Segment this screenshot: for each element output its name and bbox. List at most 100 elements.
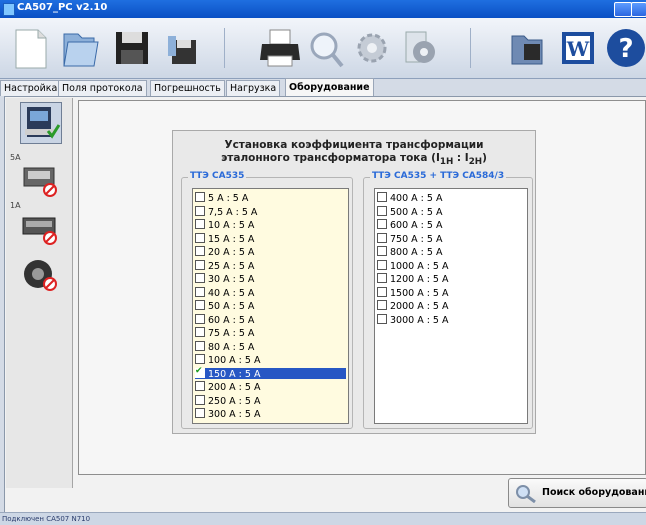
gear-document-icon[interactable] bbox=[396, 26, 440, 70]
dialog-title: Установка коэффициента трансформации эта… bbox=[173, 139, 535, 169]
search-equipment-button[interactable]: Поиск оборудования bbox=[508, 478, 646, 508]
sidebar-item-5a[interactable] bbox=[20, 160, 60, 200]
checkbox[interactable] bbox=[195, 219, 205, 229]
ratio-label: 25 A : 5 A bbox=[208, 260, 255, 272]
checkbox[interactable] bbox=[195, 327, 205, 337]
checkbox[interactable] bbox=[195, 408, 205, 418]
sidebar-item-transformer[interactable] bbox=[20, 254, 60, 294]
checkbox[interactable] bbox=[377, 219, 387, 229]
ratio-label: 20 A : 5 A bbox=[208, 247, 255, 258]
ratio-label: 1000 A : 5 A bbox=[390, 260, 449, 272]
ratio-list-item[interactable]: 50 A : 5 A bbox=[195, 300, 254, 312]
tab-oborudovanie[interactable]: Оборудование bbox=[285, 78, 374, 96]
export-icon[interactable] bbox=[506, 26, 550, 70]
restore-button[interactable] bbox=[614, 2, 632, 17]
checkbox[interactable] bbox=[195, 340, 205, 351]
ratio-list-item[interactable]: 40 A : 5 A bbox=[195, 286, 254, 299]
checkbox[interactable] bbox=[377, 246, 387, 256]
ratio-list-item[interactable]: 1500 A : 5 A bbox=[377, 286, 449, 299]
tab-nastroika[interactable]: Настройка bbox=[0, 80, 62, 96]
word-icon[interactable]: W bbox=[556, 26, 600, 70]
ratio-label: 500 A : 5 A bbox=[390, 206, 443, 218]
checkbox[interactable] bbox=[195, 205, 205, 216]
ratio-list-item[interactable]: 500 A : 5 A bbox=[377, 205, 443, 218]
ratio-list-ca535-ca584[interactable]: 400 A : 5 A 500 A : 5 A 600 A : 5 A 750 A :… bbox=[374, 188, 528, 424]
tab-nagruzka[interactable]: Нагрузка bbox=[226, 80, 281, 96]
ratio-list-item[interactable]: 10 A : 5 A bbox=[195, 219, 254, 231]
checkbox[interactable] bbox=[377, 313, 387, 324]
checkbox[interactable] bbox=[195, 354, 205, 364]
checkbox[interactable] bbox=[377, 286, 387, 297]
checkbox[interactable] bbox=[195, 313, 205, 324]
ratio-list-item[interactable]: 100 A : 5 A bbox=[195, 354, 261, 366]
ratio-label: 250 A : 5 A bbox=[208, 395, 261, 407]
checkbox[interactable] bbox=[195, 286, 205, 297]
ratio-list-item[interactable]: 400 A : 5 A bbox=[377, 192, 442, 204]
ratio-list-item[interactable]: 30 A : 5 A bbox=[195, 273, 254, 285]
checkbox[interactable] bbox=[377, 192, 387, 202]
checkbox[interactable]: ✔ bbox=[195, 366, 205, 378]
sidebar-item-label: 1A bbox=[10, 201, 21, 210]
ratio-list-item[interactable]: 300 A : 5 A bbox=[195, 408, 261, 420]
checkbox[interactable] bbox=[195, 232, 205, 243]
instrument-5a-icon bbox=[23, 167, 57, 197]
ratio-list-item[interactable]: 2000 A : 5 A bbox=[377, 300, 449, 312]
settings-gear-icon[interactable] bbox=[350, 26, 394, 70]
ratio-list-item[interactable]: 25 A : 5 A bbox=[195, 259, 255, 272]
ratio-list-item[interactable]: 250 A : 5 A bbox=[195, 394, 261, 407]
ratio-list-item[interactable]: 1000 A : 5 A bbox=[377, 259, 449, 272]
ratio-label: 3000 A : 5 A bbox=[390, 314, 449, 326]
checkbox[interactable] bbox=[195, 394, 205, 405]
ratio-list-item[interactable]: 800 A : 5 A bbox=[377, 246, 442, 258]
ratio-list-ca535[interactable]: 5 A : 5 A 7,5 A : 5 A 10 A : 5 A 15 A : 5 A… bbox=[192, 188, 349, 424]
svg-text:?: ? bbox=[618, 34, 633, 64]
new-document-icon[interactable] bbox=[8, 26, 52, 70]
checkbox[interactable] bbox=[377, 232, 387, 243]
tab-strip: Настройка Поля протокола Погрешность Наг… bbox=[0, 78, 646, 96]
checkbox[interactable] bbox=[195, 259, 205, 270]
sidebar-item-device[interactable] bbox=[20, 102, 62, 144]
checkbox[interactable] bbox=[377, 300, 387, 310]
tab-label: Погрешность bbox=[154, 83, 221, 94]
ratio-list-item[interactable]: 5 A : 5 A bbox=[195, 192, 248, 204]
checkbox[interactable] bbox=[195, 300, 205, 310]
ratio-list-item[interactable]: ✔ 150 A : 5 A bbox=[195, 366, 346, 380]
tab-label: Поля протокола bbox=[62, 83, 143, 94]
ratio-list-item[interactable]: 80 A : 5 A bbox=[195, 340, 254, 353]
ratio-label: 100 A : 5 A bbox=[208, 355, 261, 366]
checkbox[interactable] bbox=[377, 205, 387, 216]
ratio-list-item[interactable]: 200 A : 5 A bbox=[195, 381, 260, 393]
tab-label: Нагрузка bbox=[230, 83, 277, 94]
ratio-list-item[interactable]: 3000 A : 5 A bbox=[377, 313, 449, 326]
save-icon[interactable] bbox=[110, 26, 154, 70]
ratio-list-item[interactable]: 15 A : 5 A bbox=[195, 232, 254, 245]
ratio-label: 300 A : 5 A bbox=[208, 409, 261, 420]
title-bar: CA507_PC v2.10 bbox=[0, 0, 646, 18]
ratio-list-item[interactable]: 75 A : 5 A bbox=[195, 327, 254, 339]
checkbox[interactable] bbox=[377, 259, 387, 270]
checkbox[interactable] bbox=[195, 246, 205, 256]
print-icon[interactable] bbox=[258, 26, 302, 70]
title-text: : I bbox=[453, 152, 469, 164]
checkbox[interactable] bbox=[377, 273, 387, 283]
ratio-list-item[interactable]: 60 A : 5 A bbox=[195, 313, 254, 326]
save-as-icon[interactable] bbox=[160, 26, 204, 70]
preview-magnifier-icon[interactable] bbox=[304, 26, 348, 70]
device-icon bbox=[25, 107, 61, 139]
ratio-list-item[interactable]: 1200 A : 5 A bbox=[377, 273, 449, 285]
ratio-list-item[interactable]: 600 A : 5 A bbox=[377, 219, 442, 231]
tab-pogreshnost[interactable]: Погрешность bbox=[150, 80, 225, 96]
ratio-list-item[interactable]: 20 A : 5 A bbox=[195, 246, 255, 258]
toolbar: W ? bbox=[0, 18, 646, 79]
close-button[interactable] bbox=[631, 2, 646, 17]
checkbox[interactable] bbox=[195, 381, 205, 391]
ratio-list-item[interactable]: 750 A : 5 A bbox=[377, 232, 442, 245]
checkbox[interactable] bbox=[195, 273, 205, 283]
checkbox[interactable] bbox=[195, 192, 205, 202]
tab-polya-protokola[interactable]: Поля протокола bbox=[58, 80, 147, 96]
open-folder-icon[interactable] bbox=[58, 26, 102, 70]
ratio-list-item[interactable]: 7,5 A : 5 A bbox=[195, 205, 257, 218]
sidebar-item-1a[interactable] bbox=[20, 208, 60, 248]
tab-label: Оборудование bbox=[289, 82, 370, 93]
help-icon[interactable]: ? bbox=[604, 26, 646, 70]
